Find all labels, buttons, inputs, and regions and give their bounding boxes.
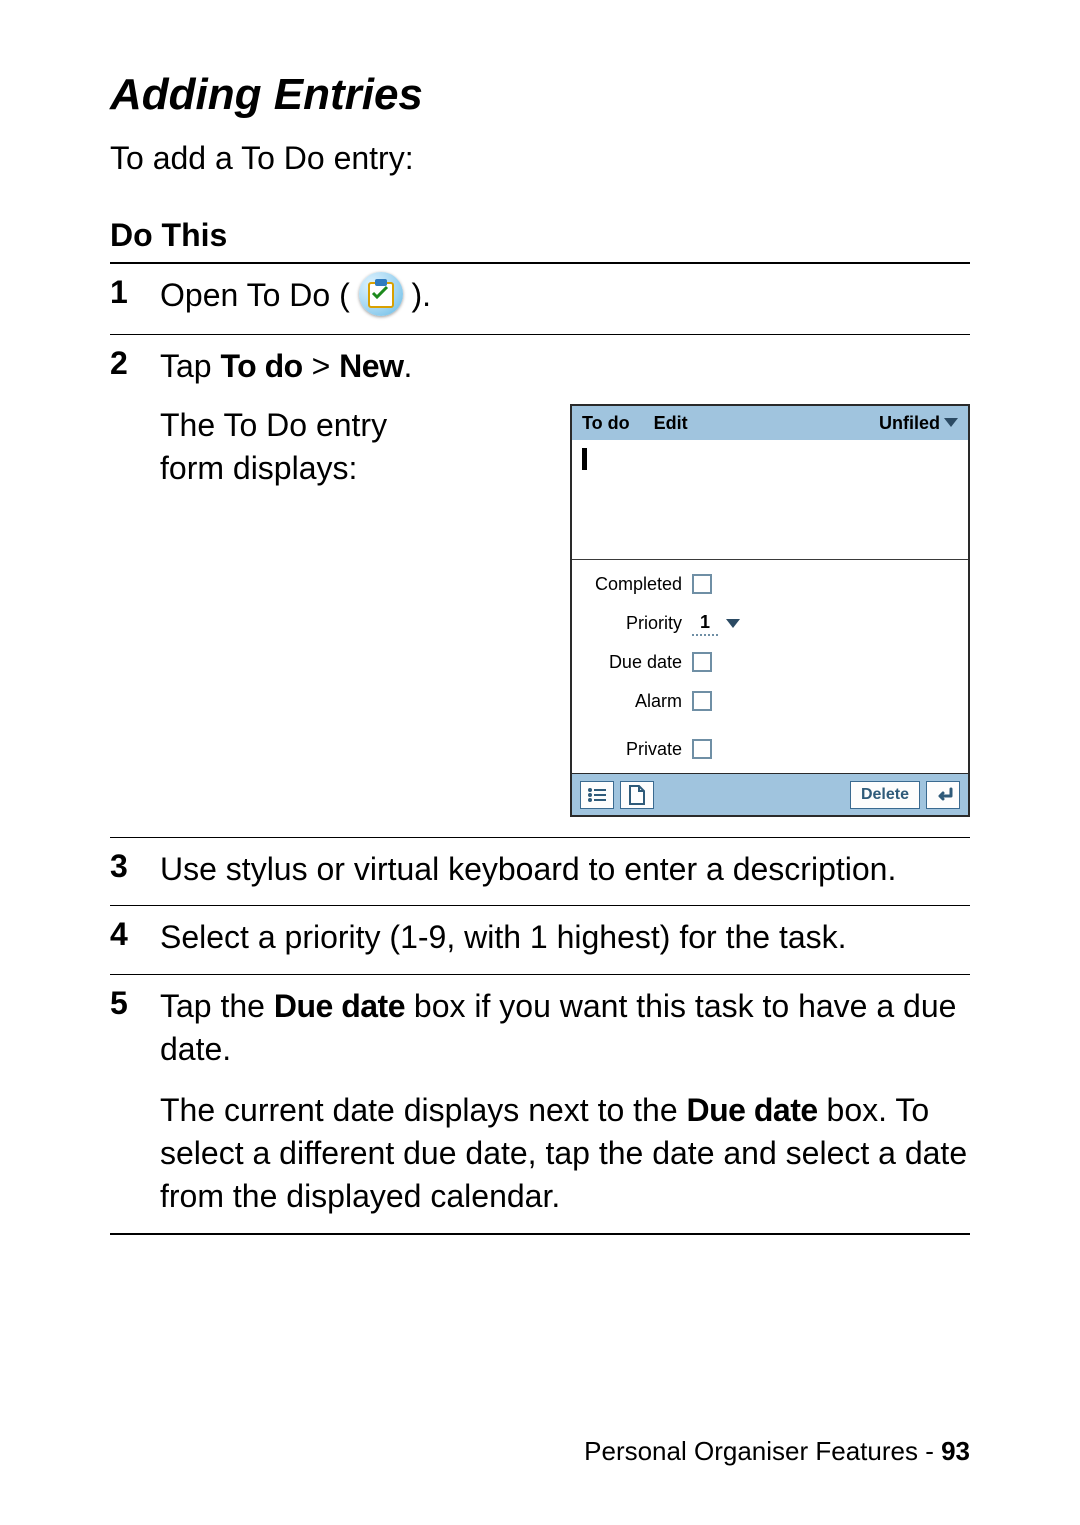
description-input[interactable]	[572, 440, 968, 560]
step5-due-date-bold: Due date	[274, 988, 405, 1024]
form-titlebar: To do Edit Unfiled	[572, 406, 968, 440]
step-row-1: 1 Open To Do ( ).	[110, 264, 970, 335]
menu-edit[interactable]: Edit	[654, 411, 688, 435]
step2-description: The To Do entry form displays:	[160, 404, 420, 823]
step-number: 3	[110, 848, 160, 885]
step-number: 4	[110, 916, 160, 953]
intro-text: To add a To Do entry:	[110, 140, 970, 177]
todo-entry-form: To do Edit Unfiled Completed	[570, 404, 970, 817]
label-completed: Completed	[582, 572, 692, 596]
step2-menu-todo: To do	[220, 348, 302, 384]
list-view-button[interactable]	[580, 781, 614, 809]
chevron-down-icon	[944, 418, 958, 427]
menu-todo[interactable]: To do	[582, 411, 630, 435]
text-cursor	[582, 448, 587, 470]
category-selector[interactable]: Unfiled	[879, 411, 958, 435]
step5-due-date-bold-2: Due date	[687, 1092, 818, 1128]
checkbox-due-date[interactable]	[692, 652, 712, 672]
new-note-button[interactable]	[620, 781, 654, 809]
step-row-4: 4 Select a priority (1-9, with 1 highest…	[110, 906, 970, 974]
form-toolbar: Delete	[572, 773, 968, 815]
step5-p1a: Tap the	[160, 988, 274, 1024]
label-due-date: Due date	[582, 650, 692, 674]
label-private: Private	[582, 737, 692, 761]
step1-pre: Open To Do (	[160, 277, 359, 313]
footer-section: Personal Organiser Features	[584, 1436, 918, 1466]
field-priority: Priority 1	[582, 610, 958, 636]
step-row-5: 5 Tap the Due date box if you want this …	[110, 975, 970, 1235]
step-body: Tap To do > New. The To Do entry form di…	[160, 345, 970, 824]
label-alarm: Alarm	[582, 689, 692, 713]
page-footer: Personal Organiser Features - 93	[584, 1436, 970, 1467]
step-row-3: 3 Use stylus or virtual keyboard to ente…	[110, 838, 970, 906]
step-body: Use stylus or virtual keyboard to enter …	[160, 848, 970, 891]
priority-value[interactable]: 1	[692, 610, 718, 636]
form-fields: Completed Priority 1 Due date	[572, 560, 968, 773]
step2-menu-new: New	[339, 348, 403, 384]
step-body: Open To Do ( ).	[160, 274, 970, 320]
checkbox-completed[interactable]	[692, 574, 712, 594]
label-priority: Priority	[582, 611, 692, 635]
field-due-date: Due date	[582, 650, 958, 674]
step-row-2: 2 Tap To do > New. The To Do entry form …	[110, 335, 970, 839]
field-alarm: Alarm	[582, 689, 958, 713]
category-label: Unfiled	[879, 411, 940, 435]
step2-sep: >	[303, 348, 339, 384]
step2-tap: Tap	[160, 348, 220, 384]
todo-app-icon	[359, 272, 403, 316]
step2-dot: .	[403, 348, 412, 384]
return-button[interactable]	[926, 781, 960, 809]
chevron-down-icon[interactable]	[726, 619, 740, 628]
step-number: 5	[110, 985, 160, 1022]
delete-button[interactable]: Delete	[850, 781, 920, 809]
step-body: Tap the Due date box if you want this ta…	[160, 985, 970, 1219]
step1-post: ).	[412, 277, 432, 313]
field-completed: Completed	[582, 572, 958, 596]
do-this-header: Do This	[110, 217, 970, 264]
step5-p2a: The current date displays next to the	[160, 1092, 687, 1128]
page-number: 93	[941, 1436, 970, 1466]
checkbox-alarm[interactable]	[692, 691, 712, 711]
checkbox-private[interactable]	[692, 739, 712, 759]
step-number: 1	[110, 274, 160, 311]
section-title: Adding Entries	[110, 70, 970, 120]
footer-sep: -	[918, 1436, 941, 1466]
step-number: 2	[110, 345, 160, 382]
field-private: Private	[582, 737, 958, 761]
step-body: Select a priority (1-9, with 1 highest) …	[160, 916, 970, 959]
